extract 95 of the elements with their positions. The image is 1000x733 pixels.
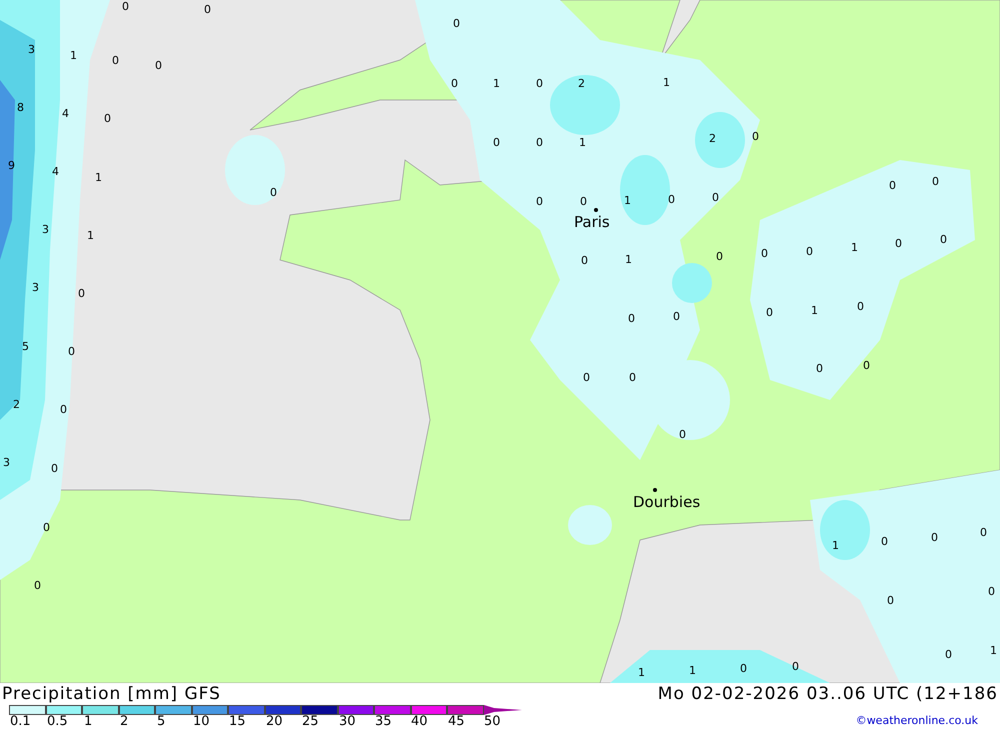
precipitation-value: 8 (17, 102, 24, 113)
precipitation-value: 0 (792, 661, 799, 672)
precipitation-value: 0 (155, 60, 162, 71)
precipitation-value: 1 (689, 665, 696, 676)
precipitation-value: 1 (624, 195, 631, 206)
precipitation-value: 0 (34, 580, 41, 591)
precipitation-value: 1 (851, 242, 858, 253)
precipitation-value: 0 (51, 463, 58, 474)
precipitation-value: 0 (673, 311, 680, 322)
precipitation-value: 3 (32, 282, 39, 293)
precipitation-value: 0 (78, 288, 85, 299)
precipitation-value: 0 (752, 131, 759, 142)
precipitation-value: 0 (580, 196, 587, 207)
legend-tick-label: 30 (339, 715, 356, 729)
precipitation-value: 0 (889, 180, 896, 191)
precipitation-value: 0 (712, 192, 719, 203)
city-marker-icon (594, 208, 598, 212)
legend-title: Precipitation [mm] GFS (2, 683, 221, 705)
precipitation-value: 1 (579, 137, 586, 148)
precipitation-value: 0 (43, 522, 50, 533)
precipitation-value: 5 (22, 341, 29, 352)
precipitation-value: 1 (832, 540, 839, 551)
precipitation-value: 0 (716, 251, 723, 262)
precipitation-value: 0 (806, 246, 813, 257)
legend-tick-label: 35 (375, 715, 392, 729)
precipitation-value: 0 (60, 404, 67, 415)
precipitation-value: 0 (68, 346, 75, 357)
precipitation-value: 2 (709, 133, 716, 144)
precipitation-value: 0 (980, 527, 987, 538)
legend-tick-label: 15 (229, 715, 246, 729)
precipitation-value: 4 (62, 108, 69, 119)
precipitation-value: 0 (493, 137, 500, 148)
precipitation-value: 1 (990, 645, 997, 656)
precipitation-value: 4 (52, 166, 59, 177)
precipitation-value: 0 (536, 78, 543, 89)
city-marker-icon (653, 488, 657, 492)
precipitation-value: 0 (761, 248, 768, 259)
precipitation-value: 0 (816, 363, 823, 374)
precipitation-value: 1 (811, 305, 818, 316)
precipitation-value: 3 (3, 457, 10, 468)
precipitation-value: 0 (628, 313, 635, 324)
precipitation-value: 0 (104, 113, 111, 124)
precipitation-value: 1 (87, 230, 94, 241)
precipitation-value: 0 (881, 536, 888, 547)
precipitation-value: 0 (668, 194, 675, 205)
precipitation-value: 0 (945, 649, 952, 660)
precipitation-value: 2 (578, 78, 585, 89)
precipitation-value: 0 (932, 176, 939, 187)
precipitation-value: 0 (895, 238, 902, 249)
precipitation-value: 0 (740, 663, 747, 674)
legend-tick-label: 1 (84, 715, 92, 729)
legend-tick-label: 0.1 (10, 715, 31, 729)
precipitation-value: 0 (863, 360, 870, 371)
legend-tick-label: 5 (157, 715, 166, 729)
precipitation-value: 0 (581, 255, 588, 266)
precipitation-value: 1 (663, 77, 670, 88)
legend-tick-label: 20 (266, 715, 283, 729)
precipitation-value: 0 (629, 372, 636, 383)
precipitation-value: 0 (112, 55, 119, 66)
valid-time: Mo 02-02-2026 03..06 UTC (12+186 (658, 683, 998, 705)
precipitation-value: 0 (270, 187, 277, 198)
precipitation-value: 0 (857, 301, 864, 312)
precipitation-value: 1 (70, 50, 77, 61)
city-label: Paris (574, 215, 610, 230)
precipitation-value: 0 (453, 18, 460, 29)
precipitation-value: 0 (122, 1, 129, 12)
precipitation-value: 1 (638, 667, 645, 678)
precipitation-value: 0 (940, 234, 947, 245)
legend-tick-label: 50 (484, 715, 501, 729)
precipitation-value: 1 (95, 172, 102, 183)
precipitation-value: 3 (42, 224, 49, 235)
precipitation-value: 9 (8, 160, 15, 171)
legend-tick-label: 45 (448, 715, 465, 729)
legend-tick-label: 40 (411, 715, 428, 729)
precipitation-value: 0 (931, 532, 938, 543)
legend-tick-label: 25 (302, 715, 319, 729)
precipitation-value: 0 (536, 137, 543, 148)
precipitation-value: 0 (451, 78, 458, 89)
scale-arrow-icon (484, 705, 522, 715)
precipitation-value: 0 (536, 196, 543, 207)
precipitation-value: 0 (988, 586, 995, 597)
precipitation-value: 1 (493, 78, 500, 89)
precipitation-value: 0 (887, 595, 894, 606)
precipitation-value: 0 (766, 307, 773, 318)
precipitation-value: 1 (625, 254, 632, 265)
precipitation-value: 2 (13, 399, 20, 410)
precipitation-value: 0 (583, 372, 590, 383)
city-label: Dourbies (633, 495, 700, 510)
precipitation-value: 3 (28, 44, 35, 55)
precipitation-value: 0 (204, 4, 211, 15)
legend-tick-label: 2 (120, 715, 128, 729)
credit-link[interactable]: ©weatheronline.co.uk (856, 712, 978, 729)
legend-tick-label: 0.5 (47, 715, 68, 729)
precipitation-value: 0 (679, 429, 686, 440)
legend-tick-label: 10 (193, 715, 210, 729)
